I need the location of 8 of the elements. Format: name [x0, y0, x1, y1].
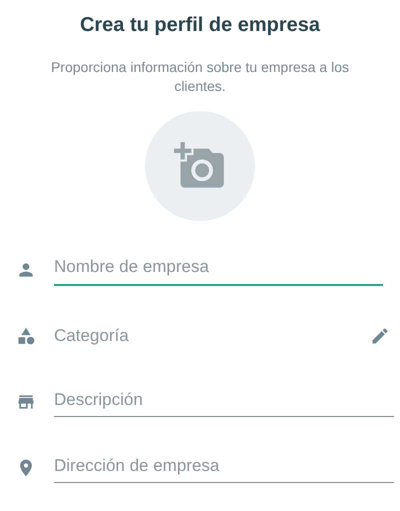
text-field[interactable]: Dirección de empresa [54, 452, 394, 484]
shapes-icon [16, 326, 36, 346]
pencil-icon [370, 326, 390, 346]
text-field[interactable]: Descripción [54, 386, 394, 418]
page-title: Crea tu perfil de empresa [80, 13, 320, 38]
text-field[interactable]: Nombre de empresa [54, 254, 383, 286]
category-label[interactable]: Categoría [54, 323, 129, 349]
subtitle: Proporciona información sobre tu empresa a los clientes. [50, 58, 350, 96]
